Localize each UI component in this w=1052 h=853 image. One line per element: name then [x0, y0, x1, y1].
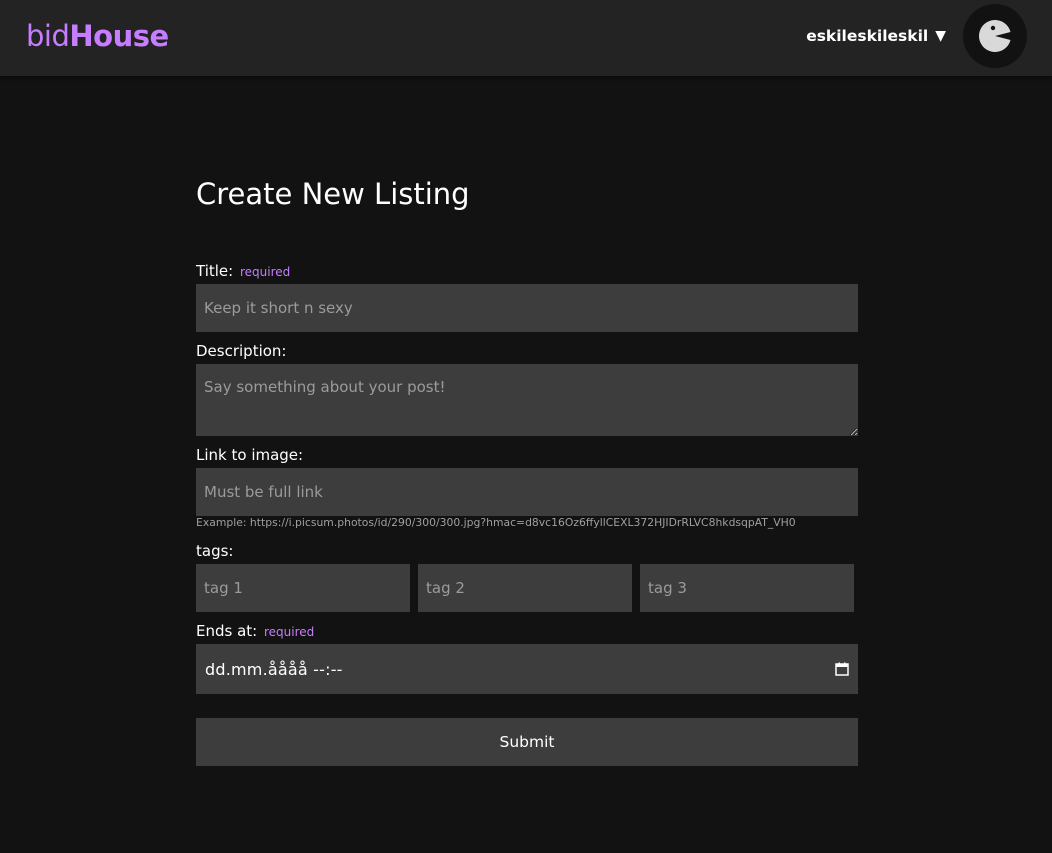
user-menu-toggle[interactable]: eskileskileskil ▼: [806, 24, 946, 48]
description-label: Description:: [196, 342, 287, 360]
calendar-icon[interactable]: [835, 662, 849, 676]
image-link-label: Link to image:: [196, 446, 304, 464]
required-badge: required: [264, 625, 315, 639]
required-badge: required: [239, 265, 291, 279]
brand-logo[interactable]: bidHouse: [26, 18, 169, 54]
ends-at-datetime-input[interactable]: dd.mm.åååå --:--: [196, 644, 858, 694]
navbar: bidHouse eskileskileskil ▼: [0, 0, 1052, 76]
brand-logo-bold: House: [69, 19, 169, 53]
submit-button[interactable]: Submit: [196, 718, 858, 766]
image-link-input[interactable]: [196, 468, 858, 516]
title-label: Title: required: [196, 261, 290, 282]
description-textarea[interactable]: [196, 364, 858, 436]
title-label-text: Title:: [196, 262, 234, 280]
dropdown-caret-icon: ▼: [935, 28, 946, 44]
page-title: Create New Listing: [196, 177, 470, 211]
tag-3-input[interactable]: [640, 564, 854, 612]
image-link-hint: Example: https://i.picsum.photos/id/290/…: [196, 516, 796, 529]
title-input[interactable]: [196, 284, 858, 332]
ends-at-value: dd.mm.åååå --:--: [205, 659, 343, 679]
username: eskileskileskil: [806, 27, 929, 45]
pacman-avatar-icon: [979, 20, 1011, 52]
brand-logo-light: bid: [26, 19, 70, 53]
tag-1-input[interactable]: [196, 564, 410, 612]
avatar[interactable]: [963, 4, 1027, 68]
tag-2-input[interactable]: [418, 564, 632, 612]
tags-label: tags:: [196, 542, 234, 560]
ends-at-label: Ends at: required: [196, 621, 314, 642]
ends-at-label-text: Ends at:: [196, 622, 258, 640]
